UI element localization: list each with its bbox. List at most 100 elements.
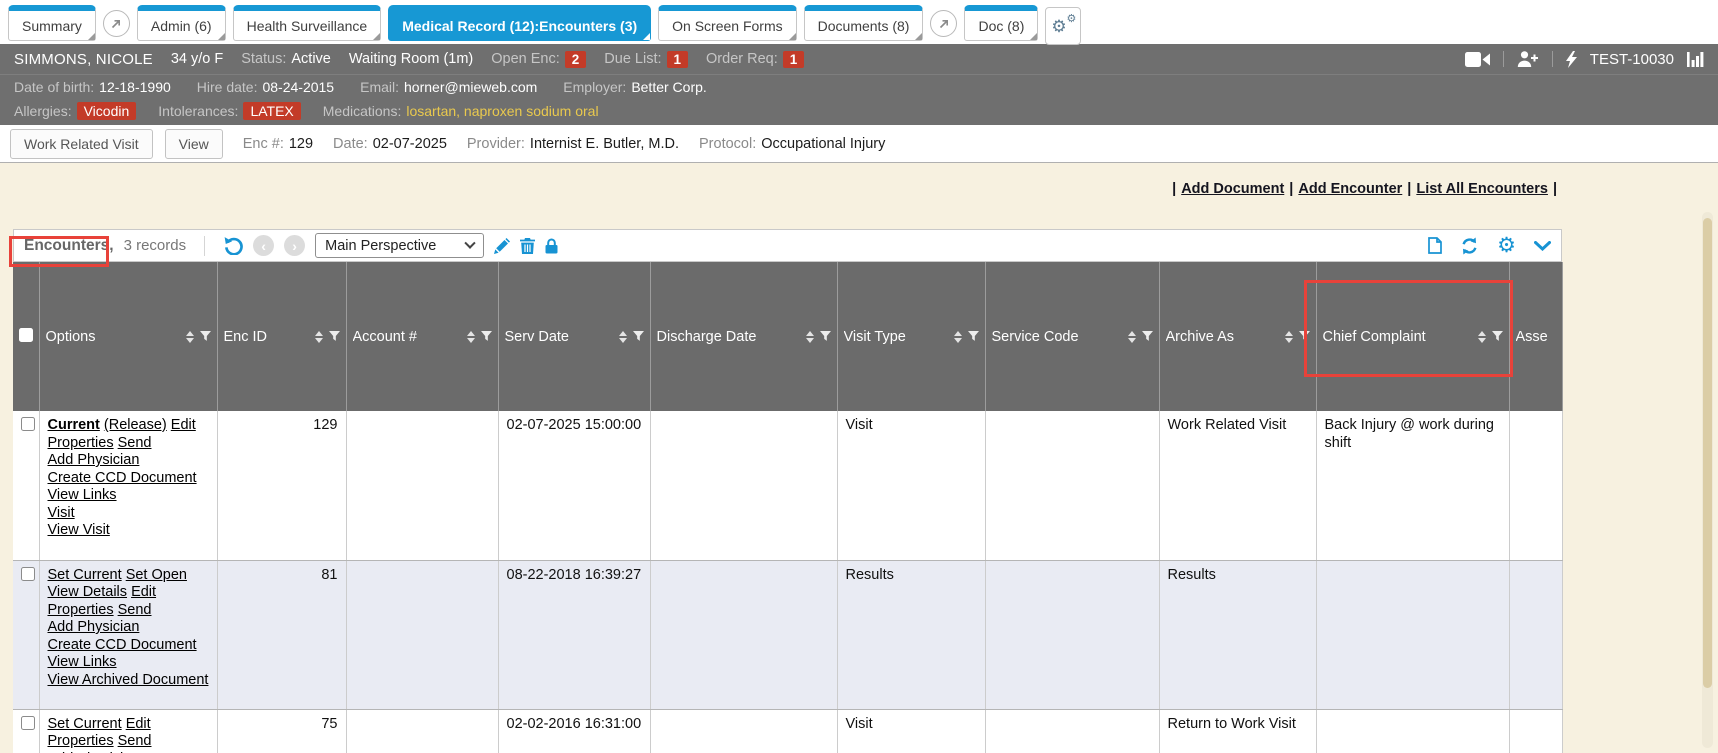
option-link-add-physician[interactable]: Add Physician — [48, 619, 140, 635]
due-list-badge[interactable]: 1 — [667, 51, 689, 68]
filter-funnel-icon[interactable] — [820, 331, 831, 342]
row-checkbox[interactable] — [21, 716, 35, 730]
column-label: Archive As — [1166, 329, 1279, 345]
order-req-badge[interactable]: 1 — [783, 51, 805, 68]
option-link-visit[interactable]: Visit — [48, 505, 75, 521]
option-link-view-links[interactable]: View Links — [48, 487, 117, 503]
edit-pencil-icon[interactable] — [494, 238, 510, 254]
option-link-properties[interactable]: Properties — [48, 602, 114, 618]
option-link-set-open[interactable]: Set Open — [126, 567, 187, 583]
link-add-document[interactable]: Add Document — [1181, 181, 1284, 197]
popout-icon[interactable] — [930, 10, 957, 37]
allergy-badge[interactable]: Vicodin — [77, 102, 137, 120]
tab-medical-record-12-encounters-3[interactable]: Medical Record (12):Encounters (3) — [388, 5, 651, 41]
sort-icon[interactable] — [315, 331, 323, 343]
sort-icon[interactable] — [1478, 331, 1486, 343]
option-link-create-ccd-document[interactable]: Create CCD Document — [48, 637, 197, 653]
tab-doc-8[interactable]: Doc (8) — [964, 5, 1038, 41]
intolerances-label: Intolerances: — [158, 103, 238, 119]
sort-icon[interactable] — [954, 331, 962, 343]
video-camera-icon[interactable] — [1465, 52, 1490, 67]
view-button[interactable]: View — [165, 129, 223, 159]
sort-icon[interactable] — [186, 331, 194, 343]
cell-discharge-date — [650, 709, 837, 753]
status-label: Status: — [241, 51, 286, 67]
cell-enc-id: 75 — [217, 709, 346, 753]
tab-summary[interactable]: Summary — [8, 5, 96, 41]
scrollbar-thumb[interactable] — [1703, 218, 1712, 688]
sort-icon[interactable] — [467, 331, 475, 343]
new-document-icon[interactable] — [1428, 237, 1442, 254]
option-link-edit[interactable]: Edit — [131, 584, 156, 600]
bar-chart-icon[interactable] — [1687, 51, 1704, 67]
option-link-view-details[interactable]: View Details — [48, 584, 128, 600]
sort-icon[interactable] — [806, 331, 814, 343]
popout-icon[interactable] — [103, 10, 130, 37]
column-label: Discharge Date — [657, 329, 800, 345]
filter-funnel-icon[interactable] — [1299, 331, 1310, 342]
filter-funnel-icon[interactable] — [329, 331, 340, 342]
option-link-create-ccd-document[interactable]: Create CCD Document — [48, 470, 197, 486]
option-link-view-archived-document[interactable]: View Archived Document — [48, 672, 209, 688]
option-link-add-physician[interactable]: Add Physician — [48, 452, 140, 468]
tab-on-screen-forms[interactable]: On Screen Forms — [658, 5, 796, 41]
prev-page-icon[interactable]: ‹ — [253, 235, 274, 256]
toolbar-right-icons: ⚙ — [1428, 235, 1551, 256]
next-page-icon[interactable]: › — [284, 235, 305, 256]
medications-value[interactable]: losartan, naproxen sodium oral — [406, 103, 598, 119]
perspective-value: Main Perspective — [325, 238, 436, 254]
intolerance-badge[interactable]: LATEX — [243, 102, 300, 120]
tab-documents-8[interactable]: Documents (8) — [804, 5, 924, 41]
add-user-icon[interactable] — [1517, 51, 1539, 67]
refresh-icon[interactable] — [1460, 237, 1479, 255]
option-link-properties[interactable]: Properties — [48, 733, 114, 749]
option-link-set-current[interactable]: Set Current — [48, 716, 122, 732]
filter-funnel-icon[interactable] — [968, 331, 979, 342]
work-related-visit-button[interactable]: Work Related Visit — [10, 129, 153, 159]
option-link-send[interactable]: Send — [118, 435, 152, 451]
option-link-release[interactable]: (Release) — [104, 417, 167, 433]
collapse-chevron-icon[interactable] — [1534, 241, 1551, 251]
patient-bar: SIMMONS, NICOLE 34 y/o F Status: Active … — [0, 44, 1718, 74]
option-link-current[interactable]: Current — [48, 417, 100, 433]
filter-funnel-icon[interactable] — [1142, 331, 1153, 342]
option-link-send[interactable]: Send — [118, 733, 152, 749]
row-checkbox[interactable] — [21, 417, 35, 431]
vertical-scrollbar[interactable] — [1702, 212, 1713, 748]
link-list-all-encounters[interactable]: List All Encounters — [1416, 181, 1548, 197]
filter-funnel-icon[interactable] — [633, 331, 644, 342]
sort-icon[interactable] — [619, 331, 627, 343]
column-header-inner: Service Code — [992, 329, 1153, 345]
tab-health-surveillance[interactable]: Health Surveillance — [233, 5, 382, 41]
perspective-select[interactable]: Main Perspective — [315, 233, 484, 258]
tab-admin-6[interactable]: Admin (6) — [137, 5, 226, 41]
row-checkbox[interactable] — [21, 567, 35, 581]
row-select-cell — [13, 709, 39, 753]
sort-icon[interactable] — [1128, 331, 1136, 343]
filter-funnel-icon[interactable] — [1492, 331, 1503, 342]
sort-icon[interactable] — [1285, 331, 1293, 343]
undo-icon[interactable] — [223, 236, 243, 255]
allergies-label: Allergies: — [14, 103, 72, 119]
option-link-view-links[interactable]: View Links — [48, 654, 117, 670]
settings-gears-icon[interactable]: ⚙⚙ — [1045, 7, 1081, 45]
allergies-group: Allergies: Vicodin — [14, 102, 136, 120]
open-enc-badge[interactable]: 2 — [565, 51, 587, 68]
employer-value: Better Corp. — [631, 79, 706, 95]
option-link-properties[interactable]: Properties — [48, 435, 114, 451]
option-link-set-current[interactable]: Set Current — [48, 567, 122, 583]
lock-icon[interactable] — [545, 238, 558, 254]
settings-gear-icon[interactable]: ⚙ — [1497, 235, 1516, 256]
filter-funnel-icon[interactable] — [481, 331, 492, 342]
option-link-send[interactable]: Send — [118, 602, 152, 618]
filter-funnel-icon[interactable] — [200, 331, 211, 342]
option-link-edit[interactable]: Edit — [126, 716, 151, 732]
column-header-inner: Account # — [353, 329, 492, 345]
delete-trash-icon[interactable] — [520, 238, 535, 254]
option-link-view-visit[interactable]: View Visit — [48, 522, 110, 538]
option-link-edit[interactable]: Edit — [171, 417, 196, 433]
lightning-bolt-icon[interactable] — [1566, 51, 1577, 68]
select-all-checkbox[interactable] — [19, 328, 33, 342]
cell-service-code — [985, 411, 1159, 560]
link-add-encounter[interactable]: Add Encounter — [1298, 181, 1402, 197]
